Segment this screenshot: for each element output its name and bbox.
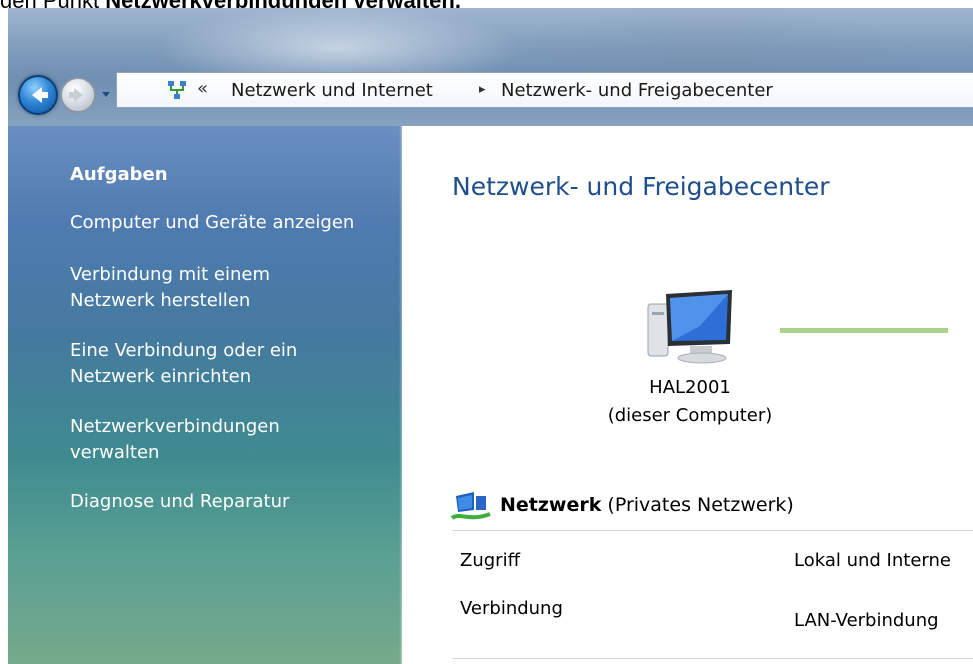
main-content: Netzwerk- und Freigabecenter HAL2001 (di… — [402, 126, 973, 664]
computer-icon[interactable] — [640, 286, 740, 366]
breadcrumb-separator[interactable]: ▸ — [479, 82, 486, 97]
connection-line — [780, 328, 948, 333]
back-arrow-icon — [32, 87, 48, 103]
computer-subtitle: (dieser Computer) — [607, 405, 773, 426]
computer-label: HAL2001 (dieser Computer) — [600, 374, 780, 430]
address-bar[interactable]: « Netzwerk und Internet ▸ Netzwerk- und … — [116, 72, 973, 108]
connection-label: Verbindung — [460, 598, 563, 619]
control-panel-window: « Netzwerk und Internet ▸ Netzwerk- und … — [8, 8, 973, 664]
sidebar-link-verbindung-herstellen[interactable]: Verbindung mit einem Netzwerk herstellen — [70, 262, 270, 314]
back-button[interactable] — [18, 75, 58, 115]
title-bar: « Netzwerk und Internet ▸ Netzwerk- und … — [8, 8, 973, 126]
divider — [452, 530, 973, 531]
access-label: Zugriff — [460, 550, 520, 571]
forward-arrow-icon — [69, 88, 83, 102]
breadcrumb-freigabecenter[interactable]: Netzwerk- und Freigabecenter — [501, 80, 773, 101]
sidebar-link-netzwerkverbindungen-verwalten[interactable]: Netzwerkverbindungen verwalten — [70, 414, 280, 466]
recent-pages-dropdown-icon[interactable] — [100, 88, 112, 100]
divider — [452, 658, 973, 659]
overflow-chevron[interactable]: « — [197, 78, 208, 99]
connection-value-link[interactable]: LAN-Verbindung — [794, 610, 939, 631]
network-location-icon — [168, 81, 186, 99]
access-value: Lokal und Interne — [794, 550, 951, 571]
network-icon — [450, 492, 491, 520]
sidebar-link-verbindung-einrichten[interactable]: Eine Verbindung oder ein Netzwerk einric… — [70, 338, 297, 390]
computer-name: HAL2001 — [649, 377, 731, 398]
sidebar-link-computer-und-geraete[interactable]: Computer und Geräte anzeigen — [70, 210, 354, 236]
sidebar-link-diagnose-und-reparatur[interactable]: Diagnose und Reparatur — [70, 489, 289, 515]
task-sidebar: Aufgaben Computer und Geräte anzeigen Ve… — [8, 126, 402, 664]
network-heading: Netzwerk (Privates Netzwerk) — [500, 494, 794, 516]
sidebar-title: Aufgaben — [70, 164, 168, 185]
page-title: Netzwerk- und Freigabecenter — [452, 172, 830, 201]
breadcrumb-netzwerk-und-internet[interactable]: Netzwerk und Internet — [231, 80, 433, 101]
forward-button[interactable] — [60, 77, 96, 113]
